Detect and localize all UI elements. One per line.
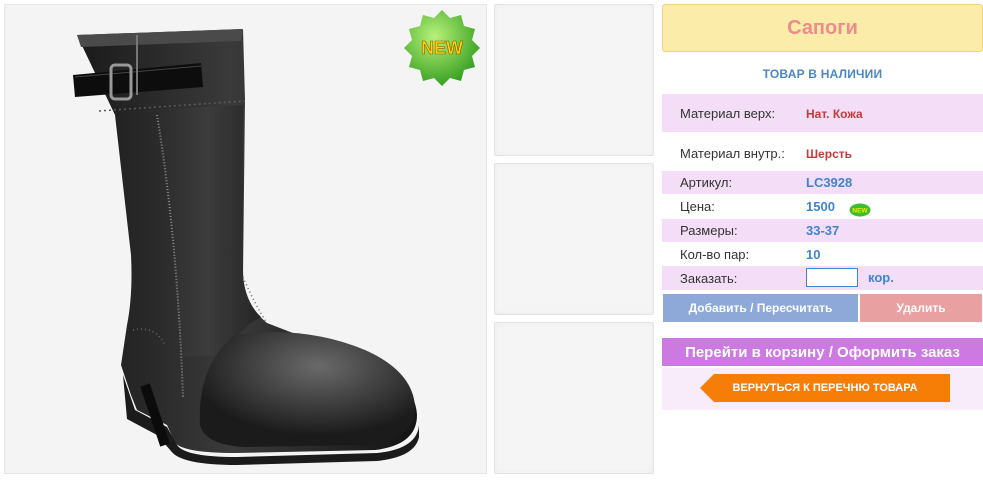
new-mini-badge-icon: NEW bbox=[849, 203, 871, 217]
detail-row-sizes: Размеры: 33-37 bbox=[662, 219, 983, 242]
product-main-image[interactable]: NEW bbox=[4, 4, 487, 474]
detail-row-price: Цена: 1500 NEW bbox=[662, 195, 983, 218]
order-unit: кор. bbox=[868, 270, 894, 285]
stock-status: ТОВАР В НАЛИЧИИ bbox=[762, 67, 883, 81]
detail-label: Материал верх: bbox=[680, 106, 776, 121]
detail-value: LC3928 bbox=[806, 175, 853, 190]
back-area: ВЕРНУТЬСЯ К ПЕРЕЧНЮ ТОВАРА bbox=[662, 368, 983, 410]
add-recalculate-button[interactable]: Добавить / Пересчитать bbox=[663, 294, 858, 322]
detail-row-material-inner: Материал внутр.: Шерсть bbox=[662, 138, 983, 168]
detail-label: Кол-во пар: bbox=[680, 247, 750, 262]
back-to-list-label: ВЕРНУТЬСЯ К ПЕРЕЧНЮ ТОВАРА bbox=[732, 382, 918, 394]
order-label: Заказать: bbox=[680, 271, 738, 286]
detail-label: Размеры: bbox=[680, 223, 738, 238]
detail-value: Нат. Кожа bbox=[806, 107, 863, 121]
detail-label: Материал внутр.: bbox=[680, 146, 785, 161]
new-badge-label: NEW bbox=[421, 38, 463, 58]
detail-row-article: Артикул: LC3928 bbox=[662, 171, 983, 194]
delete-button[interactable]: Удалить bbox=[860, 294, 982, 322]
detail-value: 10 bbox=[806, 247, 821, 262]
thumbnail-2[interactable] bbox=[494, 163, 654, 315]
thumbnail-1[interactable] bbox=[494, 4, 654, 156]
detail-label: Цена: bbox=[680, 199, 715, 214]
order-quantity-input[interactable] bbox=[806, 268, 858, 287]
detail-value: 33-37 bbox=[806, 223, 840, 238]
thumbnail-3[interactable] bbox=[494, 322, 654, 474]
detail-row-pairs: Кол-во пар: 10 bbox=[662, 243, 983, 266]
detail-value: Шерсть bbox=[806, 147, 852, 161]
go-to-cart-button[interactable]: Перейти в корзину / Оформить заказ bbox=[662, 338, 983, 366]
detail-row-material-top: Материал верх: Нат. Кожа bbox=[662, 94, 983, 132]
order-row: Заказать: кор. bbox=[662, 266, 983, 290]
detail-label: Артикул: bbox=[680, 175, 733, 190]
price-value: 1500 bbox=[806, 199, 835, 214]
svg-text:NEW: NEW bbox=[852, 208, 868, 215]
new-star-badge-icon: NEW bbox=[404, 10, 480, 86]
product-title: Сапоги bbox=[662, 4, 983, 52]
back-to-list-button[interactable]: ВЕРНУТЬСЯ К ПЕРЕЧНЮ ТОВАРА bbox=[700, 374, 950, 402]
